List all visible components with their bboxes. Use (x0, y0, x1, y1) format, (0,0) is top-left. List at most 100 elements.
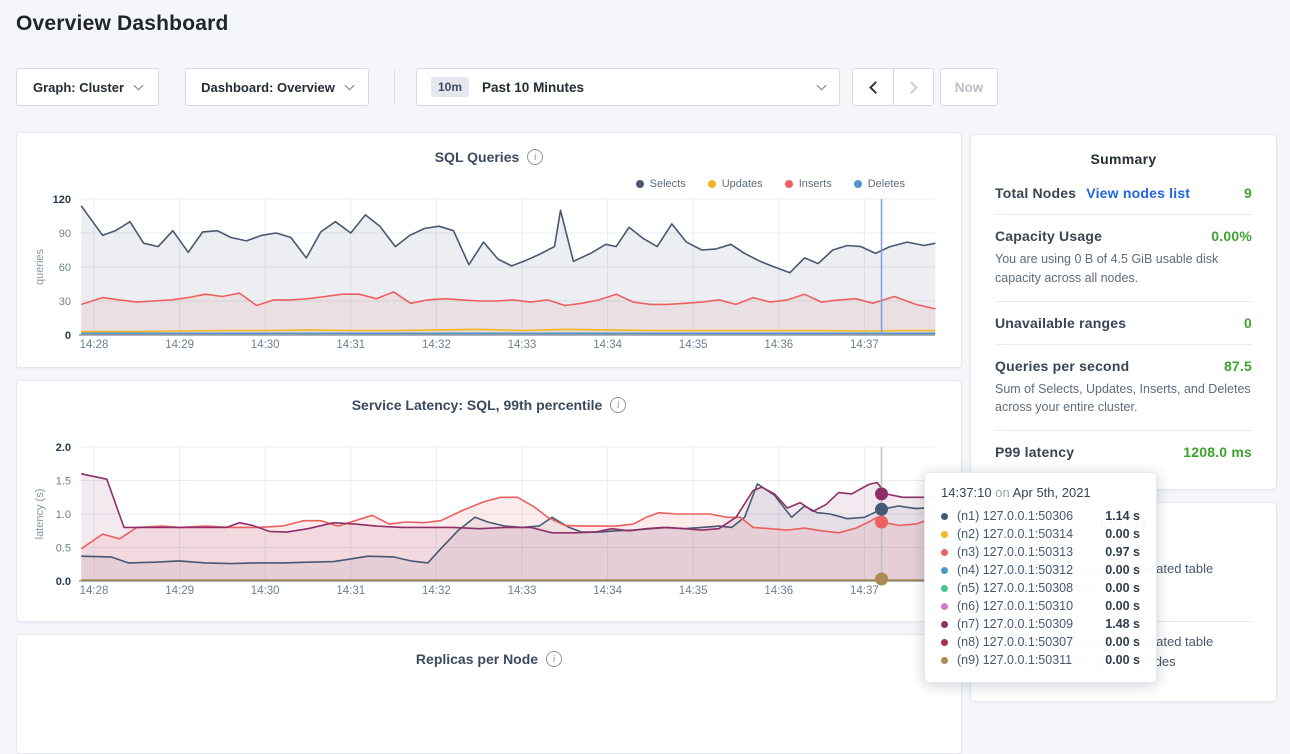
summary-divider (995, 344, 1252, 345)
tooltip-node-row: (n9) 127.0.0.1:50311 0.00 s (941, 651, 1140, 669)
svg-text:14:31: 14:31 (336, 339, 365, 351)
svg-text:0.5: 0.5 (56, 543, 71, 555)
svg-text:14:29: 14:29 (165, 585, 194, 597)
page-title: Overview Dashboard (16, 12, 229, 36)
svg-text:14:33: 14:33 (508, 585, 537, 597)
chart-tooltip: 14:37:10 on Apr 5th, 2021 (n1) 127.0.0.1… (924, 472, 1157, 683)
tooltip-node-row: (n1) 127.0.0.1:50306 1.14 s (941, 507, 1140, 525)
svg-text:14:28: 14:28 (80, 585, 109, 597)
series-dot-icon (941, 585, 948, 592)
sql-queries-chart-canvas[interactable]: 030609012014:2814:2914:3014:3114:3214:33… (17, 133, 963, 369)
summary-row: Capacity Usage0.00%You are using 0 B of … (995, 228, 1252, 288)
time-prev-button[interactable] (853, 69, 893, 105)
summary-row-label: Capacity Usage (995, 228, 1102, 244)
summary-row-label: Unavailable ranges (995, 315, 1126, 331)
time-range-dropdown[interactable]: 10m Past 10 Minutes (416, 68, 840, 106)
dashboard-dropdown-label: Dashboard: Overview (201, 80, 335, 95)
tooltip-node-value: 0.00 s (1105, 635, 1140, 649)
time-step-buttons (852, 68, 934, 106)
summary-row-value: 87.5 (1224, 358, 1252, 374)
svg-text:14:36: 14:36 (764, 339, 793, 351)
svg-text:14:37: 14:37 (850, 339, 879, 351)
summary-row-description: Sum of Selects, Updates, Inserts, and De… (995, 380, 1252, 418)
summary-row-label: P99 latency (995, 444, 1074, 460)
series-dot-icon (941, 621, 948, 628)
svg-text:60: 60 (59, 262, 71, 274)
svg-text:14:28: 14:28 (80, 339, 109, 351)
summary-divider (995, 301, 1252, 302)
summary-divider (995, 430, 1252, 431)
svg-text:0.0: 0.0 (56, 576, 71, 588)
svg-text:14:30: 14:30 (251, 585, 280, 597)
summary-row: Unavailable ranges 0 (995, 315, 1252, 331)
svg-text:14:29: 14:29 (165, 339, 194, 351)
svg-text:14:36: 14:36 (764, 585, 793, 597)
tooltip-node-value: 0.00 s (1105, 653, 1140, 667)
chart-title-row: Replicas per Node i (17, 651, 961, 667)
series-dot-icon (941, 657, 948, 664)
summary-divider (995, 214, 1252, 215)
now-button[interactable]: Now (940, 68, 998, 106)
chevron-left-icon (869, 81, 882, 94)
summary-panel: Summary Total NodesView nodes list9Capac… (970, 134, 1277, 490)
tooltip-node-row: (n3) 127.0.0.1:50313 0.97 s (941, 543, 1140, 561)
tooltip-node-label: (n8) 127.0.0.1:50307 (957, 635, 1073, 649)
tooltip-node-label: (n4) 127.0.0.1:50312 (957, 563, 1073, 577)
tooltip-node-label: (n7) 127.0.0.1:50309 (957, 617, 1073, 631)
svg-text:1.5: 1.5 (56, 476, 71, 488)
series-dot-icon (941, 549, 948, 556)
chevron-down-icon (134, 81, 144, 91)
tooltip-node-row: (n4) 127.0.0.1:50312 0.00 s (941, 561, 1140, 579)
service-latency-chart-canvas[interactable]: 0.00.51.01.52.014:2814:2914:3014:3114:32… (17, 381, 963, 623)
tooltip-node-value: 0.97 s (1105, 545, 1140, 559)
summary-row-value: 0 (1244, 315, 1252, 331)
summary-row: P99 latency 1208.0 ms (995, 444, 1252, 460)
svg-text:14:31: 14:31 (336, 585, 365, 597)
svg-text:latency (s): latency (s) (34, 489, 46, 540)
chevron-right-icon (905, 81, 918, 94)
view-nodes-list-link[interactable]: View nodes list (1086, 185, 1190, 201)
tooltip-node-label: (n1) 127.0.0.1:50306 (957, 509, 1073, 523)
tooltip-node-value: 0.00 s (1105, 581, 1140, 595)
svg-text:2.0: 2.0 (56, 442, 71, 454)
tooltip-node-label: (n3) 127.0.0.1:50313 (957, 545, 1073, 559)
series-dot-icon (941, 567, 948, 574)
svg-text:14:33: 14:33 (508, 339, 537, 351)
svg-text:14:34: 14:34 (593, 585, 622, 597)
chevron-down-icon (817, 81, 827, 91)
replicas-per-node-chart-title: Replicas per Node (416, 651, 538, 667)
graph-dropdown[interactable]: Graph: Cluster (16, 68, 159, 106)
chevron-down-icon (344, 81, 354, 91)
svg-text:1.0: 1.0 (56, 509, 71, 521)
summary-row-value: 0.00% (1211, 228, 1252, 244)
svg-text:14:30: 14:30 (251, 339, 280, 351)
time-next-button[interactable] (893, 69, 933, 105)
summary-row: Queries per second87.5Sum of Selects, Up… (995, 358, 1252, 418)
svg-text:14:34: 14:34 (593, 339, 622, 351)
tooltip-node-label: (n5) 127.0.0.1:50308 (957, 581, 1073, 595)
summary-row: Total NodesView nodes list9 (995, 185, 1252, 201)
tooltip-node-label: (n2) 127.0.0.1:50314 (957, 527, 1073, 541)
tooltip-timestamp: 14:37:10 on Apr 5th, 2021 (941, 485, 1140, 500)
svg-text:14:35: 14:35 (679, 585, 708, 597)
info-icon[interactable]: i (546, 651, 562, 667)
summary-row-value: 1208.0 ms (1183, 444, 1252, 460)
replicas-per-node-chart-card: Replicas per Node i (16, 634, 962, 754)
svg-text:14:37: 14:37 (850, 585, 879, 597)
tooltip-node-row: (n2) 127.0.0.1:503140.00 s (941, 525, 1140, 543)
tooltip-node-label: (n9) 127.0.0.1:50311 (957, 653, 1072, 667)
series-dot-icon (941, 639, 948, 646)
tooltip-node-value: 0.00 s (1105, 599, 1140, 613)
tooltip-node-value: 1.14 s (1105, 509, 1140, 523)
svg-text:queries: queries (34, 248, 46, 285)
tooltip-node-row: (n8) 127.0.0.1:50307 0.00 s (941, 633, 1140, 651)
time-range-label: Past 10 Minutes (482, 80, 584, 95)
svg-text:14:32: 14:32 (422, 339, 451, 351)
tooltip-node-row: (n7) 127.0.0.1:503091.48 s (941, 615, 1140, 633)
tooltip-node-value: 0.00 s (1105, 563, 1140, 577)
series-dot-icon (941, 603, 948, 610)
dashboard-dropdown[interactable]: Dashboard: Overview (185, 68, 369, 106)
tooltip-node-row: (n5) 127.0.0.1:50308 0.00 s (941, 579, 1140, 597)
toolbar-divider (394, 70, 395, 104)
summary-row-label: Total Nodes (995, 185, 1076, 201)
